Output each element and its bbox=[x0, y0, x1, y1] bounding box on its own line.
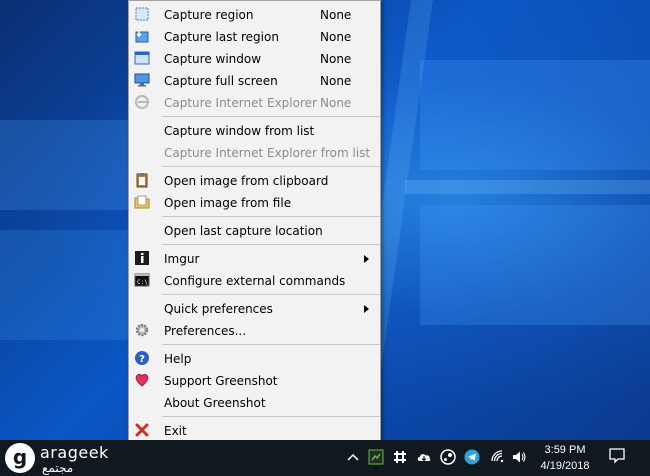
brand-name: arageek bbox=[40, 443, 109, 462]
chevron-up-icon[interactable] bbox=[345, 449, 361, 465]
menu-item-label: Support Greenshot bbox=[164, 374, 278, 388]
menu-separator bbox=[162, 116, 380, 117]
menu-item-label: Capture window from list bbox=[164, 124, 315, 138]
window-pane-light bbox=[0, 120, 128, 210]
cloud-icon[interactable] bbox=[416, 449, 432, 465]
menu-item-shortcut: None bbox=[320, 30, 352, 44]
speaker-icon[interactable] bbox=[511, 449, 527, 465]
menu-item-label: Capture Internet Explorer from list bbox=[164, 146, 371, 160]
notification-icon[interactable] bbox=[608, 446, 626, 464]
menu-item-quick-preferences[interactable]: Quick preferences bbox=[129, 297, 380, 319]
command-prompt-icon: C:\_ bbox=[134, 272, 152, 288]
menu-item-capture-region[interactable]: Capture region None bbox=[129, 3, 380, 25]
menu-item-label: Capture window bbox=[164, 52, 262, 66]
menu-item-open-image-from-file[interactable]: Open image from file bbox=[129, 191, 380, 213]
brand-letter: g bbox=[5, 443, 35, 473]
imgur-icon bbox=[134, 250, 150, 266]
menu-item-label: Exit bbox=[164, 424, 187, 438]
light-beam bbox=[405, 180, 650, 194]
arageek-logo: g arageek مجتمع bbox=[2, 442, 112, 476]
menu-item-capture-window[interactable]: Capture window None bbox=[129, 47, 380, 69]
submenu-arrow-icon bbox=[364, 305, 369, 313]
menu-separator bbox=[162, 344, 380, 345]
menu-item-label: Open image from file bbox=[164, 196, 292, 210]
menu-item-capture-full-screen[interactable]: Capture full screen None bbox=[129, 69, 380, 91]
greenshot-icon[interactable] bbox=[368, 449, 384, 465]
greenshot-context-menu: Capture region None Capture last region … bbox=[128, 0, 381, 443]
clock-date: 4/19/2018 bbox=[540, 460, 590, 472]
menu-item-capture-last-region[interactable]: Capture last region None bbox=[129, 25, 380, 47]
svg-text:?: ? bbox=[139, 354, 145, 365]
heart-icon bbox=[134, 372, 150, 388]
brand-arabic: مجتمع bbox=[42, 461, 74, 475]
menu-item-shortcut: None bbox=[320, 96, 352, 110]
window-pane-light bbox=[0, 230, 128, 340]
menu-item-support-greenshot[interactable]: Support Greenshot bbox=[129, 369, 380, 391]
menu-item-shortcut: None bbox=[320, 8, 352, 22]
wifi-icon[interactable] bbox=[490, 449, 506, 465]
menu-item-exit[interactable]: Exit bbox=[129, 419, 380, 441]
gear-icon bbox=[134, 322, 150, 338]
window-pane-light bbox=[420, 205, 650, 325]
menu-item-label: About Greenshot bbox=[164, 396, 266, 410]
menu-item-label: Capture last region bbox=[164, 30, 279, 44]
steam-icon[interactable] bbox=[440, 449, 456, 465]
menu-item-open-image-from-clipboard[interactable]: Open image from clipboard bbox=[129, 169, 380, 191]
menu-item-label: Configure external commands bbox=[164, 274, 346, 288]
clipboard-icon bbox=[134, 172, 150, 188]
capture-last-region-icon bbox=[134, 28, 150, 44]
menu-separator bbox=[162, 244, 380, 245]
exit-x-icon bbox=[134, 422, 150, 438]
menu-item-capture-ie-from-list[interactable]: Capture Internet Explorer from list bbox=[129, 141, 380, 163]
menu-item-shortcut: None bbox=[320, 74, 352, 88]
window-pane-light bbox=[420, 60, 650, 170]
folder-icon bbox=[134, 194, 150, 210]
menu-item-about-greenshot[interactable]: About Greenshot bbox=[129, 391, 380, 413]
capture-full-screen-icon bbox=[134, 72, 150, 88]
menu-separator bbox=[162, 416, 380, 417]
capture-window-icon bbox=[134, 50, 150, 66]
menu-item-shortcut: None bbox=[320, 52, 352, 66]
menu-item-label: Open image from clipboard bbox=[164, 174, 329, 188]
taskbar-clock[interactable]: 3:59 PM 4/19/2018 bbox=[530, 441, 600, 475]
help-icon: ? bbox=[134, 350, 150, 366]
menu-item-label: Capture full screen bbox=[164, 74, 278, 88]
menu-item-label: Preferences... bbox=[164, 324, 247, 338]
menu-item-label: Quick preferences bbox=[164, 302, 273, 316]
clock-time: 3:59 PM bbox=[544, 444, 586, 456]
menu-item-help[interactable]: ? Help bbox=[129, 347, 380, 369]
menu-item-label: Capture region bbox=[164, 8, 254, 22]
capture-region-icon bbox=[134, 6, 150, 22]
submenu-arrow-icon bbox=[364, 255, 369, 263]
menu-item-preferences[interactable]: Preferences... bbox=[129, 319, 380, 341]
telegram-icon[interactable] bbox=[464, 449, 480, 465]
menu-item-label: Open last capture location bbox=[164, 224, 323, 238]
menu-item-configure-external-commands[interactable]: C:\_ Configure external commands bbox=[129, 269, 380, 291]
svg-text:C:\_: C:\_ bbox=[137, 279, 150, 286]
menu-item-label: Capture Internet Explorer bbox=[164, 96, 317, 110]
internet-explorer-icon bbox=[134, 94, 150, 110]
menu-item-label: Help bbox=[164, 352, 192, 366]
slack-icon[interactable] bbox=[392, 449, 408, 465]
menu-item-capture-internet-explorer[interactable]: Capture Internet Explorer None bbox=[129, 91, 380, 113]
menu-separator bbox=[162, 294, 380, 295]
menu-item-label: Imgur bbox=[164, 252, 200, 266]
menu-item-imgur[interactable]: Imgur bbox=[129, 247, 380, 269]
menu-separator bbox=[162, 216, 380, 217]
menu-item-capture-window-from-list[interactable]: Capture window from list bbox=[129, 119, 380, 141]
menu-item-open-last-capture-location[interactable]: Open last capture location bbox=[129, 219, 380, 241]
menu-separator bbox=[162, 166, 380, 167]
